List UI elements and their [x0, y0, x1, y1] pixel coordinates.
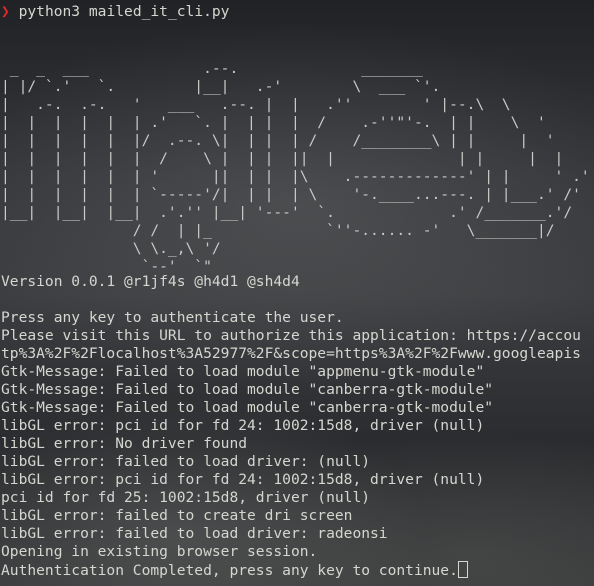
- output-line: Gtk-Message: Failed to load module "canb…: [1, 399, 494, 416]
- version-line: Version 0.0.1 @r1jf4s @h4d1 @sh4d4: [1, 273, 300, 290]
- prompt-command: python3 mailed_it_cli.py: [18, 3, 230, 20]
- output-line: pci id for fd 25: 1002:15d8, driver (nul…: [1, 489, 371, 506]
- prompt-line: ❯ python3 mailed_it_cli.py: [1, 3, 229, 21]
- prompt-arrow-icon: ❯: [1, 3, 10, 20]
- output-line: libGL error: No driver found: [1, 435, 248, 452]
- output-line: Opening in existing browser session.: [1, 543, 318, 560]
- output-line: Authentication Completed, press any key …: [1, 562, 458, 579]
- output-line: tp%3A%2F%2Flocalhost%3A52977%2F&scope=ht…: [1, 345, 581, 362]
- output-line: Press any key to authenticate the user.: [1, 309, 344, 326]
- final-line: Authentication Completed, press any key …: [1, 561, 468, 579]
- output-line: libGL error: failed to create dri screen: [1, 507, 353, 524]
- output-line: libGL error: pci id for fd 24: 1002:15d8…: [1, 471, 485, 488]
- ascii-banner: _ _ ___ .--. _______ | |/ `.' `. |__| .-…: [1, 60, 590, 275]
- output-line: Gtk-Message: Failed to load module "appm…: [1, 363, 485, 380]
- output-line: Gtk-Message: Failed to load module "canb…: [1, 381, 494, 398]
- output-line: libGL error: pci id for fd 24: 1002:15d8…: [1, 417, 485, 434]
- output-line: libGL error: failed to load driver: (nul…: [1, 453, 371, 470]
- output-line: Please visit this URL to authorize this …: [1, 327, 581, 344]
- terminal-window[interactable]: ❯ python3 mailed_it_cli.py _ _ ___ .--. …: [0, 0, 594, 586]
- output-line: libGL error: failed to load driver: rade…: [1, 525, 388, 542]
- text-cursor[interactable]: [457, 561, 468, 578]
